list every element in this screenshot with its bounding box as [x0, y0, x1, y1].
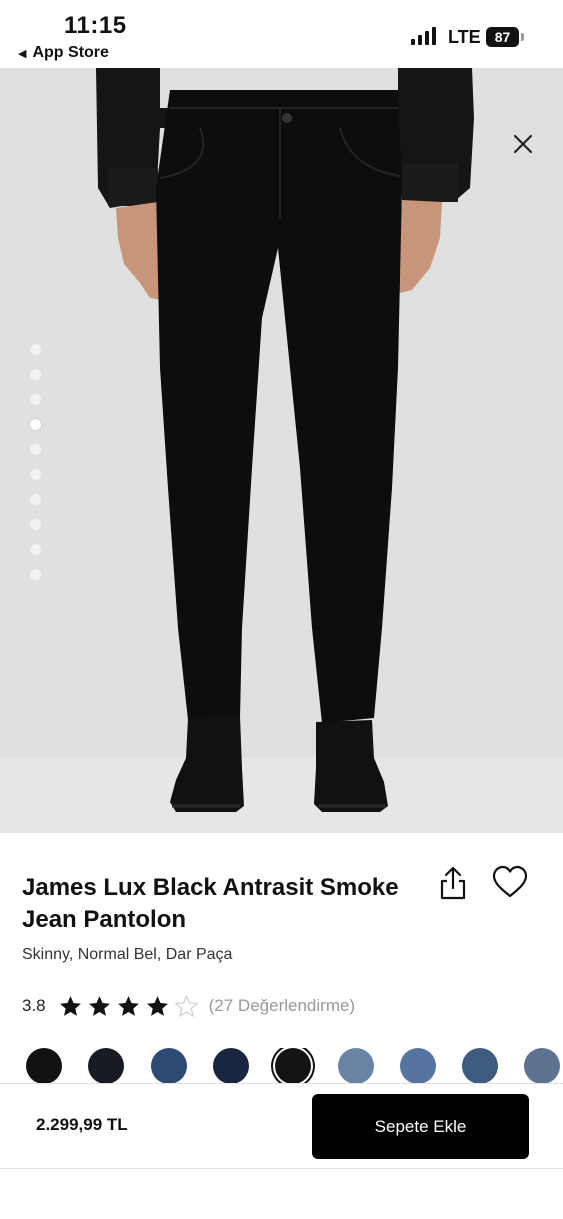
color-swatch[interactable]	[212, 1048, 249, 1084]
back-app-label: App Store	[32, 44, 109, 61]
gallery-dot[interactable]	[30, 369, 41, 380]
gallery-dot[interactable]	[30, 569, 41, 580]
battery-icon: 87	[486, 27, 519, 47]
share-button[interactable]	[434, 864, 472, 904]
star-filled-icon	[88, 995, 110, 1016]
status-time: 11:15	[64, 12, 127, 39]
share-icon	[440, 866, 466, 900]
product-rating[interactable]: 3.8 (27 Değerlendirme)	[22, 992, 355, 1020]
gallery-dot[interactable]	[30, 344, 41, 355]
star-filled-icon	[117, 995, 139, 1016]
gallery-dot[interactable]	[30, 494, 41, 505]
back-to-app-store[interactable]: ◀ App Store	[18, 44, 109, 62]
back-arrow-icon: ◀	[18, 47, 27, 60]
signal-icon	[411, 27, 436, 45]
network-type: LTE	[448, 27, 481, 47]
gallery-dot[interactable]	[30, 444, 41, 455]
product-image-gallery[interactable]	[0, 68, 563, 833]
rating-stars	[58, 994, 199, 1019]
product-fit-info: Skinny, Normal Bel, Dar Paça	[22, 946, 233, 963]
star-filled-icon	[146, 995, 168, 1016]
product-price: 2.299,99 TL	[36, 1115, 128, 1134]
color-swatch[interactable]	[88, 1048, 125, 1084]
star-empty-icon	[174, 994, 199, 1017]
color-swatch[interactable]	[26, 1048, 62, 1084]
color-swatch[interactable]	[150, 1048, 187, 1084]
heart-icon	[492, 865, 528, 898]
color-swatch[interactable]	[462, 1048, 499, 1084]
gallery-dot[interactable]	[30, 544, 41, 555]
rating-count[interactable]: (27 Değerlendirme)	[209, 996, 355, 1016]
color-swatch[interactable]	[337, 1048, 374, 1084]
product-image	[96, 68, 474, 812]
close-button[interactable]	[505, 126, 541, 162]
gallery-dot[interactable]	[30, 419, 41, 430]
rating-value: 3.8	[22, 996, 46, 1015]
gallery-pagination	[30, 344, 41, 580]
color-swatch[interactable]	[275, 1048, 312, 1084]
favorite-button[interactable]	[490, 862, 530, 902]
product-title: James Lux Black Antrasit Smoke Jean Pant…	[22, 874, 399, 933]
close-icon	[513, 134, 533, 154]
status-bar: 11:15 ◀ App Store LTE 87	[0, 0, 563, 68]
color-swatches	[26, 1048, 563, 1084]
star-filled-icon	[59, 995, 81, 1016]
color-swatch[interactable]	[524, 1048, 561, 1084]
gallery-dot[interactable]	[30, 469, 41, 480]
gallery-dot[interactable]	[30, 519, 41, 530]
add-to-cart-button[interactable]: Sepete Ekle	[312, 1094, 529, 1159]
battery-level: 87	[494, 29, 511, 45]
color-swatch[interactable]	[399, 1048, 436, 1084]
gallery-dot[interactable]	[30, 394, 41, 405]
